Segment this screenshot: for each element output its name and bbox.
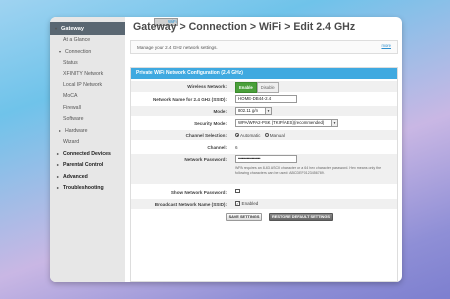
sidebar-item-firewall[interactable]: Firewall — [50, 103, 125, 114]
sidebar-item-wizard[interactable]: Wizard — [50, 137, 125, 148]
more-link[interactable]: more — [381, 43, 391, 48]
save-settings-button[interactable]: SAVE SETTINGS — [226, 213, 262, 221]
wireless-network-row: Wireless Network: Enable Disable — [131, 81, 397, 93]
wifi-config-panel: Private WiFi Network Configuration (2.4 … — [130, 67, 398, 282]
channel-row: Channel: 6 — [131, 142, 397, 152]
show-password-checkbox-wrap — [235, 188, 242, 194]
mode-row: Mode: 802.11 g/n ▾ — [131, 106, 397, 116]
security-mode-selected-value: WPA/WPA2-PSK (TKIP/AES)(recommended) — [238, 120, 325, 125]
page-title: Gateway > Connection > WiFi > Edit 2.4 G… — [133, 21, 356, 33]
help-box: Manage your 2.4 GHz network settings. mo… — [130, 40, 398, 54]
radio-manual-label: Manual — [269, 132, 285, 138]
sidebar-item-advanced[interactable]: ▸ Advanced — [50, 171, 125, 182]
channel-value: 6 — [235, 144, 238, 150]
channel-label: Channel: — [207, 144, 227, 150]
sidebar-item-software[interactable]: Software — [50, 114, 125, 125]
password-label: Network Password: — [184, 156, 227, 162]
radio-automatic[interactable] — [235, 132, 239, 137]
panel-header: Private WiFi Network Configuration (2.4 … — [131, 68, 397, 79]
security-mode-select[interactable]: WPA/WPA2-PSK (TKIP/AES)(recommended) ▾ — [235, 119, 338, 127]
radio-automatic-label: Automatic — [240, 132, 261, 138]
ssid-input[interactable]: HOME-DB44-2.4 — [235, 95, 297, 103]
broadcast-value-wrap: ✓ Enabled — [235, 201, 258, 206]
security-mode-row: Security Mode: WPA/WPA2-PSK (TKIP/AES)(r… — [131, 118, 397, 128]
enable-button[interactable]: Enable — [235, 82, 257, 93]
mode-select[interactable]: 802.11 g/n ▾ — [235, 107, 272, 115]
password-row: Network Password: •••••••••••••••••• WPA… — [131, 154, 397, 184]
main-content: Gateway > Connection > WiFi > Edit 2.4 G… — [130, 17, 398, 282]
broadcast-label: Broadcast Network Name (SSID): — [154, 201, 227, 207]
channel-selection-row: Channel Selection: Automatic Manual — [131, 130, 397, 140]
security-mode-label: Security Mode: — [194, 120, 227, 126]
wireless-network-label: Wireless Network: — [187, 84, 227, 89]
sidebar-item-xfinity-network[interactable]: XFINITY Network — [50, 69, 125, 80]
disable-button[interactable]: Disable — [256, 82, 279, 93]
broadcast-value: Enabled — [241, 201, 259, 206]
password-input[interactable]: •••••••••••••••••• — [235, 155, 297, 163]
radio-manual[interactable] — [264, 132, 269, 137]
sidebar-item-at-a-glance[interactable]: At a Glance — [50, 35, 125, 46]
sidebar-item-status[interactable]: Status — [50, 58, 125, 69]
wireless-toggle: Enable Disable — [235, 82, 279, 93]
chevron-down-icon: ▾ — [331, 120, 337, 126]
broadcast-row: Broadcast Network Name (SSID): ✓ Enabled — [131, 199, 397, 209]
show-password-label: Show Network Password: — [170, 189, 227, 195]
sidebar-item-connection[interactable]: ▾ Connection — [50, 46, 125, 57]
browser-window: ▾ Gateway At a Glance ▾ Connection Status … — [50, 17, 402, 282]
channel-radio-group: Automatic Manual — [235, 133, 285, 138]
sidebar-item-gateway[interactable]: ▾ Gateway — [50, 22, 125, 35]
help-text: Manage your 2.4 GHz network settings. — [137, 44, 218, 50]
sidebar-item-moca[interactable]: MoCA — [50, 91, 125, 102]
sidebar-item-connected-devices[interactable]: ▸ Connected Devices — [50, 148, 125, 159]
mode-label: Mode: — [213, 108, 227, 114]
sidebar-item-troubleshooting[interactable]: ▸ Troubleshooting — [50, 182, 125, 193]
ssid-label: Network Name for 2.4 GHz (SSID): — [152, 96, 227, 102]
chevron-down-icon: ▾ — [265, 108, 271, 114]
sidebar-nav: ▾ Gateway At a Glance ▾ Connection Status … — [50, 17, 178, 282]
channel-selection-label: Channel Selection: — [185, 132, 227, 138]
show-password-row: Show Network Password: — [131, 187, 397, 197]
broadcast-checkbox[interactable]: ✓ — [235, 201, 240, 206]
restore-defaults-button[interactable]: RESTORE DEFAULT SETTINGS — [269, 213, 333, 221]
button-row: SAVE SETTINGS RESTORE DEFAULT SETTINGS — [131, 213, 397, 223]
ssid-row: Network Name for 2.4 GHz (SSID): HOME-DB… — [131, 94, 397, 104]
sidebar-item-parental-control[interactable]: ▸ Parental Control — [50, 159, 125, 170]
sidebar-item-local-ip-network[interactable]: Local IP Network — [50, 80, 125, 91]
mode-selected-value: 802.11 g/n — [238, 108, 258, 113]
sidebar-item-hardware[interactable]: ▸ Hardware — [50, 125, 125, 136]
password-hint: WPA requires an 8-63 ASCII character or … — [235, 166, 382, 175]
show-password-checkbox[interactable] — [235, 188, 240, 194]
